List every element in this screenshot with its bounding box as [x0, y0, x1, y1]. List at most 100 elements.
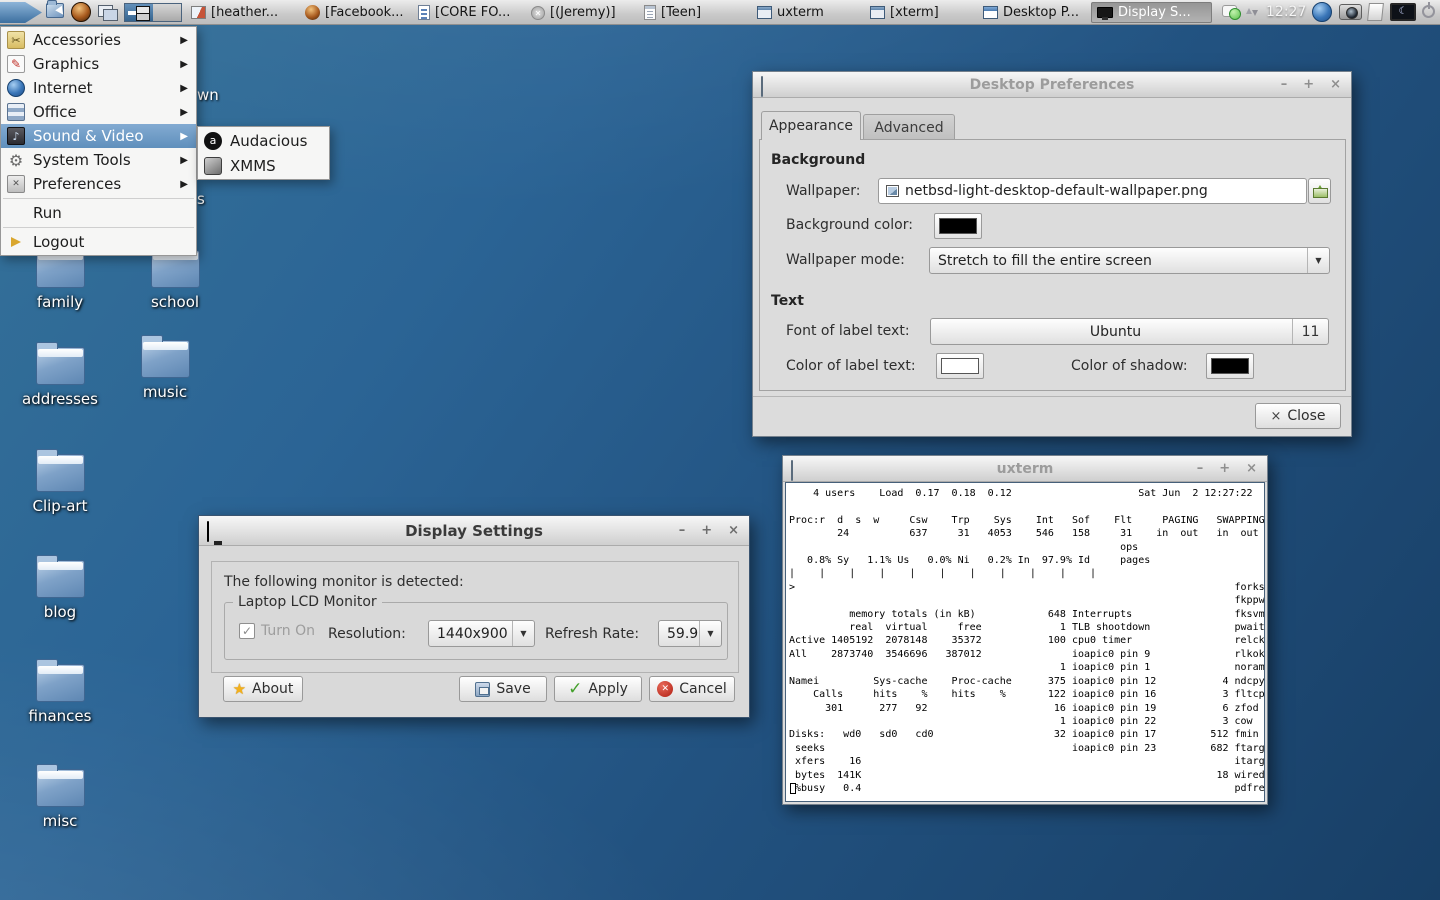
power-tray-icon[interactable] [1422, 3, 1435, 18]
wallpaper-mode-value: Stretch to fill the entire screen [930, 253, 1307, 269]
taskbar-button-teen[interactable]: [Teen] [639, 2, 749, 23]
wallpaper-browse-button[interactable] [1308, 178, 1331, 204]
apply-button[interactable]: ✓ Apply [554, 676, 642, 702]
shadow-color-swatch[interactable] [1206, 353, 1254, 379]
file-manager-launcher[interactable] [46, 3, 64, 18]
menu-item-logout[interactable]: Logout [1, 230, 196, 254]
screenshot-tray-icon[interactable] [1339, 4, 1362, 20]
desktop-icon-school[interactable]: school [127, 250, 223, 311]
cancel-button-label: Cancel [679, 681, 726, 697]
groupbox-legend: Laptop LCD Monitor [233, 594, 382, 610]
white-color-swatch [941, 358, 979, 374]
pager-icon [124, 3, 182, 22]
window-title: Display Settings [199, 516, 749, 545]
save-button[interactable]: Save [459, 676, 547, 702]
web-browser-launcher[interactable] [71, 2, 91, 22]
label-text-color-swatch[interactable] [936, 353, 984, 379]
taskbar-button-desktop-prefs[interactable]: Desktop P... [978, 2, 1088, 23]
close-button[interactable]: × Close [1255, 403, 1341, 429]
desktop-icon-clip-art[interactable]: Clip-art [12, 454, 108, 515]
desktop-icon-misc[interactable]: misc [12, 769, 108, 830]
turn-on-checkbox[interactable]: ✓ [239, 623, 255, 639]
gear-icon: ⚙ [7, 151, 25, 169]
menu-item-sound-video[interactable]: ♪ Sound & Video ▶ [1, 124, 196, 148]
font-button[interactable]: Ubuntu 11 [930, 318, 1329, 345]
minimize-button[interactable]: – [1281, 77, 1288, 92]
titlebar[interactable]: Display Settings – + × [199, 516, 749, 546]
menu-item-preferences[interactable]: ✕ Preferences ▶ [1, 172, 196, 196]
office-icon [7, 103, 25, 121]
taskbar-button-xterm[interactable]: [xterm] [865, 2, 975, 23]
globe-tray-icon[interactable] [1312, 2, 1332, 22]
background-color-swatch[interactable] [934, 213, 982, 239]
taskbar-button-label: [CORE FO... [435, 5, 510, 20]
black-color-swatch [939, 218, 977, 234]
chat-bubble-icon [1222, 5, 1237, 17]
power-icon [1422, 5, 1435, 18]
titlebar[interactable]: uxterm – + × [783, 456, 1267, 482]
wallpaper-mode-label: Wallpaper mode: [786, 252, 905, 268]
desktop-icon-finances[interactable]: finances [12, 664, 108, 725]
maximize-button[interactable]: + [1219, 461, 1230, 476]
monitor-panel: The following monitor is detected: Lapto… [211, 561, 739, 673]
menu-item-label: Logout [33, 233, 84, 251]
windows-icon [98, 5, 113, 17]
menu-item-graphics[interactable]: ✎ Graphics ▶ [1, 52, 196, 76]
menu-item-accessories[interactable]: ✂ Accessories ▶ [1, 28, 196, 52]
maximize-button[interactable]: + [701, 523, 712, 538]
menu-item-office[interactable]: Office ▶ [1, 100, 196, 124]
tab-advanced[interactable]: Advanced [863, 114, 955, 140]
clock[interactable]: 12:27 [1266, 4, 1306, 20]
refresh-rate-dropdown[interactable]: 59.9 ▼ [658, 620, 722, 647]
document-icon [418, 5, 430, 20]
desktop-icon-addresses[interactable]: addresses [12, 347, 108, 408]
close-button[interactable]: × [1330, 77, 1341, 92]
close-button[interactable]: × [728, 523, 739, 538]
start-arrow-button[interactable] [0, 2, 42, 23]
terminal-content-area[interactable]: 4 users Load 0.17 0.18 0.12 Sat Jun 2 12… [785, 482, 1265, 802]
desktop-icon-blog[interactable]: blog [12, 560, 108, 621]
taskbar-button-facebook[interactable]: [Facebook... [300, 2, 410, 23]
taskbar-button-display-settings[interactable]: Display S... [1091, 2, 1212, 23]
menu-item-run[interactable]: Run [1, 201, 196, 225]
menu-item-system-tools[interactable]: ⚙ System Tools ▶ [1, 148, 196, 172]
taskbar-button-core[interactable]: [CORE FO... [413, 2, 523, 23]
occluded-icon-label-fragment: wn [197, 86, 219, 104]
desktop-icon-music[interactable]: music [117, 340, 213, 401]
minimize-button[interactable]: – [1197, 461, 1204, 476]
maximize-button[interactable]: + [1303, 77, 1314, 92]
cancel-button[interactable]: ✕ Cancel [649, 676, 735, 702]
wallpaper-mode-dropdown[interactable]: Stretch to fill the entire screen ▼ [929, 247, 1330, 274]
screensaver-tray-icon[interactable] [1390, 3, 1416, 21]
menu-item-internet[interactable]: Internet ▶ [1, 76, 196, 100]
desktop-icon-family[interactable]: family [12, 250, 108, 311]
minimize-button[interactable]: – [679, 523, 686, 538]
messenger-tray-icon[interactable] [1222, 5, 1237, 17]
submenu-item-xmms[interactable]: XMMS [198, 153, 329, 178]
submenu-arrow-icon: ▶ [180, 131, 188, 142]
empty-icon-space [7, 204, 25, 222]
menu-item-label: Graphics [33, 55, 99, 73]
close-button[interactable]: × [1246, 461, 1257, 476]
submenu-item-label: XMMS [230, 157, 276, 175]
resolution-dropdown[interactable]: 1440x900 ▼ [428, 620, 535, 647]
desktop-icon-label: music [117, 383, 213, 401]
taskbar-button-jeremy[interactable]: [(Jeremy)] [526, 2, 636, 23]
monitor-icon [1097, 7, 1113, 18]
wallpaper-entry[interactable]: netbsd-light-desktop-default-wallpaper.p… [878, 178, 1307, 204]
desktop-pager[interactable] [124, 3, 182, 22]
document-tray-icon[interactable] [1368, 3, 1383, 21]
tab-appearance[interactable]: Appearance [761, 111, 861, 140]
about-button[interactable]: ★ About [223, 676, 303, 702]
taskbar-button-heather[interactable]: [heather... [186, 2, 296, 23]
iconify-all-button[interactable] [98, 5, 113, 17]
taskbar-button-uxterm[interactable]: uxterm [752, 2, 862, 23]
submenu-item-audacious[interactable]: a Audacious [198, 128, 329, 153]
titlebar[interactable]: Desktop Preferences – + × [753, 72, 1351, 98]
network-traffic-tray-icon[interactable] [1246, 4, 1259, 20]
folder-icon [36, 664, 85, 702]
taskbar-button-label: Display S... [1118, 5, 1191, 20]
uxterm-window: uxterm – + × 4 users Load 0.17 0.18 0.12… [782, 455, 1268, 805]
internet-globe-icon [7, 79, 25, 97]
floppy-disk-icon [475, 682, 490, 697]
